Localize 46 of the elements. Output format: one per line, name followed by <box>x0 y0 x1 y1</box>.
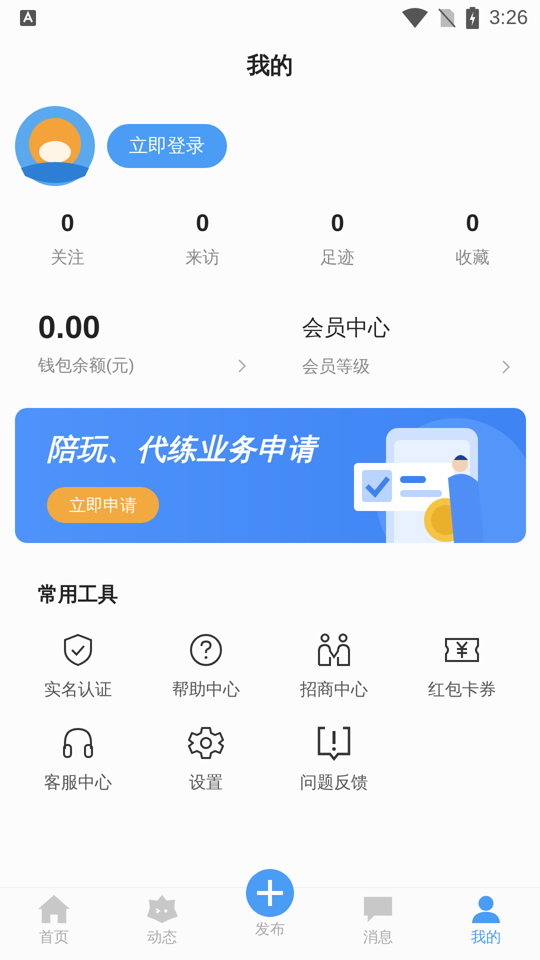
keyboard-icon <box>20 10 36 26</box>
nav-tab[interactable]: 动态 <box>141 888 183 960</box>
page-title: 我的 <box>247 50 293 80</box>
stat-label[interactable]: 足迹 <box>320 246 354 269</box>
nav-tab[interactable]: 消息 <box>357 888 399 960</box>
tool-item[interactable]: 红包卡券 <box>398 626 526 707</box>
membership-label[interactable]: 会员等级 <box>302 355 370 378</box>
status-time: 3:26 <box>489 6 528 30</box>
chat-icon <box>361 894 395 924</box>
nav-tab[interactable]: 首页 <box>33 888 75 960</box>
publish-tab[interactable]: 发布 <box>241 862 299 960</box>
promo-banner[interactable]: 陪玩、代练业务申请 立即申请 <box>15 408 526 543</box>
stat-value: 0 <box>196 210 210 238</box>
help-icon <box>188 632 224 668</box>
tool-item[interactable]: 客服中心 <box>14 719 142 800</box>
feedback-icon <box>316 725 352 761</box>
creature-icon <box>145 894 179 924</box>
stat-label[interactable]: 来访 <box>186 246 220 269</box>
two-people-icon <box>316 632 352 668</box>
stat-label[interactable]: 收藏 <box>456 246 490 269</box>
wallet-label[interactable]: 钱包余额(元) <box>38 354 134 377</box>
chevron-icon <box>502 360 510 374</box>
chevron-icon <box>238 358 246 372</box>
headset-icon <box>60 725 96 761</box>
stat-label[interactable]: 关注 <box>50 246 84 269</box>
tool-item[interactable]: 设置 <box>142 719 270 800</box>
avatar-icon <box>15 106 95 186</box>
wifi-icon <box>402 8 428 28</box>
tool-item[interactable]: 实名认证 <box>14 626 142 707</box>
tool-item[interactable]: 帮助中心 <box>142 626 270 707</box>
stat-value: 0 <box>466 210 480 238</box>
stat-value: 0 <box>330 210 344 238</box>
home-icon <box>37 894 71 924</box>
tool-item[interactable]: 问题反馈 <box>270 719 398 800</box>
battery-charging-icon <box>466 7 480 29</box>
person-icon <box>469 894 503 924</box>
nav-tab[interactable]: 我的 <box>465 888 507 960</box>
login-button[interactable]: 立即登录 <box>107 124 227 168</box>
no-sim-icon <box>438 8 456 28</box>
wallet-balance: 0.00 <box>38 309 102 346</box>
apply-button[interactable]: 立即申请 <box>47 487 159 523</box>
tool-item[interactable]: 招商中心 <box>270 626 398 707</box>
settings-icon <box>188 725 224 761</box>
membership-title: 会员中心 <box>302 314 391 342</box>
section-title: 常用工具 <box>38 584 118 606</box>
stat-value: 0 <box>60 210 74 238</box>
